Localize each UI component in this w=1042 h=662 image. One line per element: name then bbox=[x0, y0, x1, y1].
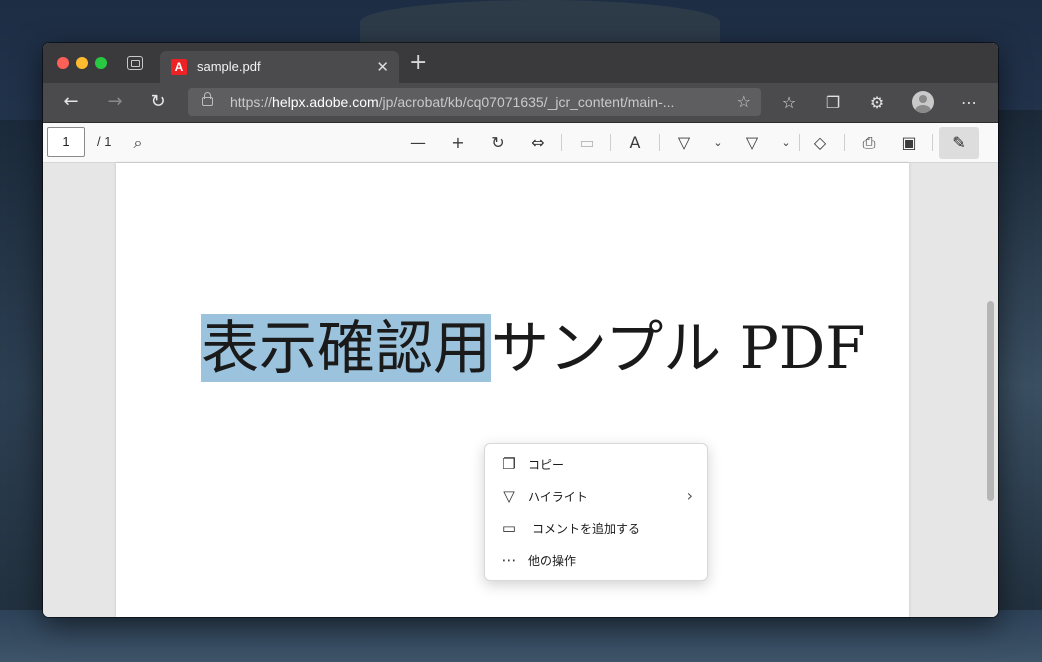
unselected-text[interactable]: サンプル PDF bbox=[491, 314, 865, 382]
browser-window: A sample.pdf ✕ + ← → ↻ https://helpx.ado… bbox=[43, 43, 998, 617]
context-menu-item-add-comment[interactable]: ▭ コメントを追加する bbox=[485, 512, 707, 544]
more-icon[interactable]: ⋯ bbox=[958, 92, 980, 114]
draw-options-chevron-icon[interactable]: ⌄ bbox=[706, 131, 730, 155]
more-actions-icon: ⋯ bbox=[501, 551, 517, 569]
pin-icon[interactable]: ✎ bbox=[939, 127, 979, 159]
context-menu-label: コメントを追加する bbox=[532, 522, 641, 536]
url-prefix: https:// bbox=[230, 94, 273, 110]
fit-width-icon[interactable]: ⇔ bbox=[526, 131, 550, 155]
pdf-toolbar: 1 / 1 ⌕ — + ↻ ⇔ ▭ A ▽ ⌄ ▽ ⌄ ◇ ⎙ ▣ ✎ bbox=[43, 123, 998, 163]
zoom-in-icon[interactable]: + bbox=[446, 131, 470, 155]
separator bbox=[799, 134, 800, 151]
copy-icon: ❐ bbox=[502, 455, 516, 473]
window-maximize-button[interactable] bbox=[95, 57, 107, 69]
context-menu-item-more-actions[interactable]: ⋯ 他の操作 bbox=[485, 544, 707, 576]
save-icon[interactable]: ▣ bbox=[897, 131, 921, 155]
add-favorite-icon[interactable]: ☆ bbox=[737, 92, 751, 111]
comment-icon: ▭ bbox=[501, 519, 517, 537]
rotate-icon[interactable]: ↻ bbox=[486, 131, 510, 155]
highlight-icon: ▽ bbox=[503, 487, 515, 505]
page-total: / 1 bbox=[97, 134, 112, 149]
window-minimize-button[interactable] bbox=[76, 57, 88, 69]
forward-arrow-icon[interactable]: → bbox=[103, 91, 127, 113]
new-tab-button[interactable]: + bbox=[409, 52, 427, 74]
vertical-scrollbar[interactable] bbox=[987, 301, 994, 501]
page-number-input[interactable]: 1 bbox=[47, 127, 85, 157]
url-text[interactable]: https://helpx.adobe.com/jp/acrobat/kb/cq… bbox=[230, 94, 730, 110]
url-path: /jp/acrobat/kb/cq07071635/_jcr_content/m… bbox=[378, 94, 675, 110]
extensions-icon[interactable]: ⚙ bbox=[866, 92, 888, 114]
context-menu-item-copy[interactable]: ❐ コピー bbox=[485, 448, 707, 480]
separator bbox=[561, 134, 562, 151]
page-view-icon[interactable]: ▭ bbox=[575, 131, 599, 155]
browser-toolbar: ← → ↻ https://helpx.adobe.com/jp/acrobat… bbox=[43, 83, 998, 123]
favorites-icon[interactable]: ☆ bbox=[778, 92, 800, 114]
collections-icon[interactable]: ❐ bbox=[822, 92, 844, 114]
pdf-text-line[interactable]: 表示確認用サンプル PDF bbox=[201, 314, 865, 382]
context-menu-item-highlight[interactable]: ▽ ハイライト › bbox=[485, 480, 707, 512]
context-menu-label: コピー bbox=[528, 458, 565, 472]
back-arrow-icon[interactable]: ← bbox=[59, 91, 83, 113]
mountain-ridge bbox=[360, 0, 720, 44]
window-close-button[interactable] bbox=[57, 57, 69, 69]
read-aloud-icon[interactable]: A bbox=[623, 131, 647, 155]
tab-actions-icon[interactable] bbox=[127, 56, 143, 70]
context-menu-label: ハイライト bbox=[528, 490, 588, 504]
context-menu-label: 他の操作 bbox=[528, 554, 577, 568]
address-bar[interactable]: https://helpx.adobe.com/jp/acrobat/kb/cq… bbox=[188, 88, 761, 116]
cliff-right bbox=[992, 110, 1042, 662]
url-host: helpx.adobe.com bbox=[272, 94, 379, 110]
adobe-favicon-icon: A bbox=[171, 59, 187, 75]
sea bbox=[0, 610, 1042, 662]
highlight-icon[interactable]: ▽ bbox=[740, 131, 764, 155]
print-icon[interactable]: ⎙ bbox=[857, 131, 881, 155]
title-bar: A sample.pdf ✕ + bbox=[43, 43, 998, 83]
selected-text[interactable]: 表示確認用 bbox=[201, 314, 492, 382]
separator bbox=[932, 134, 933, 151]
highlight-options-chevron-icon[interactable]: ⌄ bbox=[774, 131, 798, 155]
tab-title: sample.pdf bbox=[197, 59, 261, 74]
separator bbox=[610, 134, 611, 151]
separator bbox=[844, 134, 845, 151]
draw-icon[interactable]: ▽ bbox=[672, 131, 696, 155]
context-menu: ❐ コピー ▽ ハイライト › ▭ コメントを追加する ⋯ 他の操作 bbox=[484, 443, 708, 581]
zoom-out-icon[interactable]: — bbox=[406, 131, 430, 155]
chevron-right-icon: › bbox=[686, 486, 693, 505]
separator bbox=[659, 134, 660, 151]
erase-icon[interactable]: ◇ bbox=[808, 131, 832, 155]
tab-close-icon[interactable]: ✕ bbox=[376, 58, 389, 76]
lock-icon[interactable] bbox=[202, 92, 213, 106]
tab-sample-pdf[interactable]: A sample.pdf ✕ bbox=[160, 51, 399, 83]
profile-avatar-icon[interactable] bbox=[912, 91, 934, 113]
refresh-icon[interactable]: ↻ bbox=[146, 91, 170, 113]
search-icon[interactable]: ⌕ bbox=[126, 131, 150, 155]
pdf-viewport[interactable]: 表示確認用サンプル PDF ❐ コピー ▽ ハイライト › ▭ コメントを追加す… bbox=[43, 163, 998, 617]
